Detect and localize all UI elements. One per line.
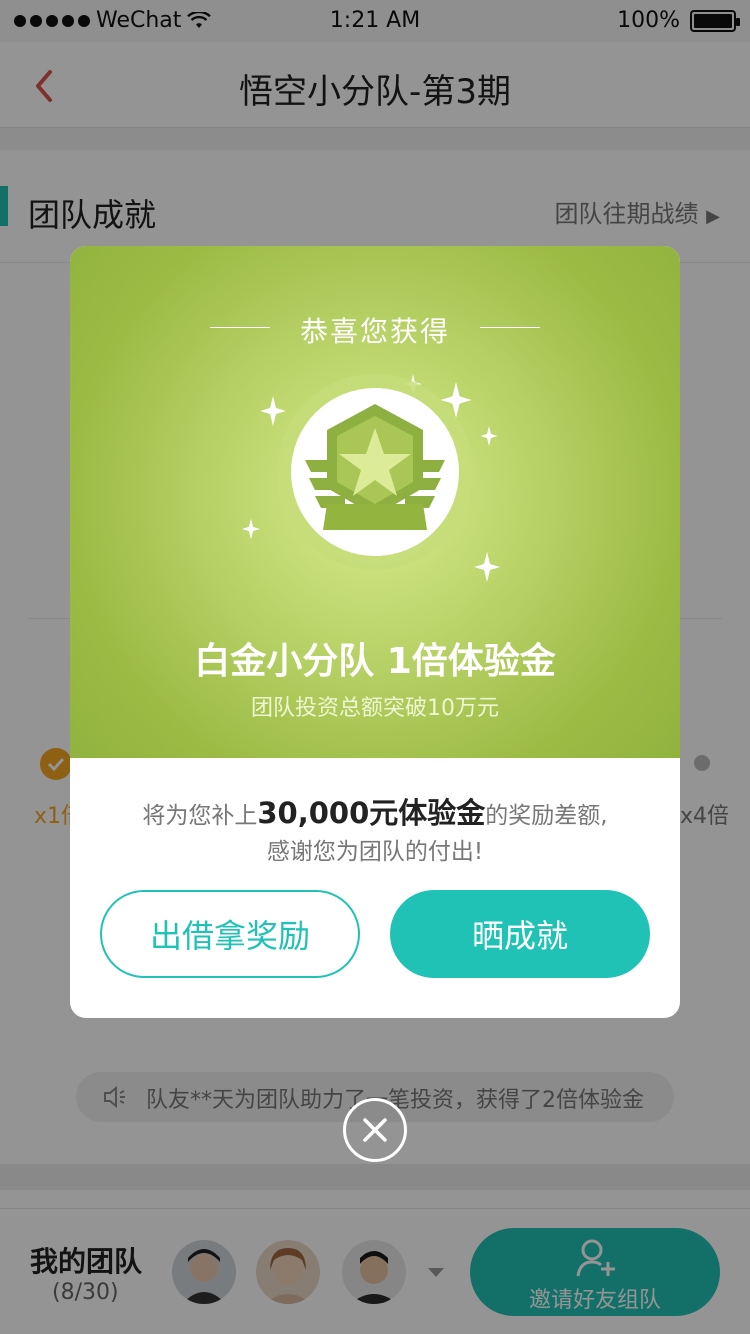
sparkle-icon [480, 426, 498, 446]
lend-reward-button[interactable]: 出借拿奖励 [100, 890, 360, 978]
share-achievement-button[interactable]: 晒成就 [390, 890, 650, 978]
thanks-text: 感谢您为团队的付出! [266, 839, 484, 865]
close-icon [363, 1118, 387, 1142]
desc-suffix: 的奖励差额, [485, 803, 608, 829]
modal-header-title: 恭喜您获得 [299, 315, 450, 348]
desc-prefix: 将为您补上 [142, 803, 258, 829]
desc-amount: 30,000元体验金 [257, 796, 486, 830]
reward-modal: 恭喜您获得 青铜 白金小分队 1倍体验金 团队投资总额突破10万元 将为您补上3… [70, 246, 680, 1018]
reward-description: 将为您补上30,000元体验金的奖励差额, [70, 790, 680, 832]
prize-title: 白金小分队 1倍体验金 [194, 641, 556, 682]
decorative-line [480, 327, 540, 328]
close-button[interactable] [343, 1098, 407, 1162]
prize-subtitle: 团队投资总额突破10万元 [251, 696, 499, 721]
sparkle-icon [242, 518, 260, 540]
badge-label: 青铜 [359, 542, 390, 557]
